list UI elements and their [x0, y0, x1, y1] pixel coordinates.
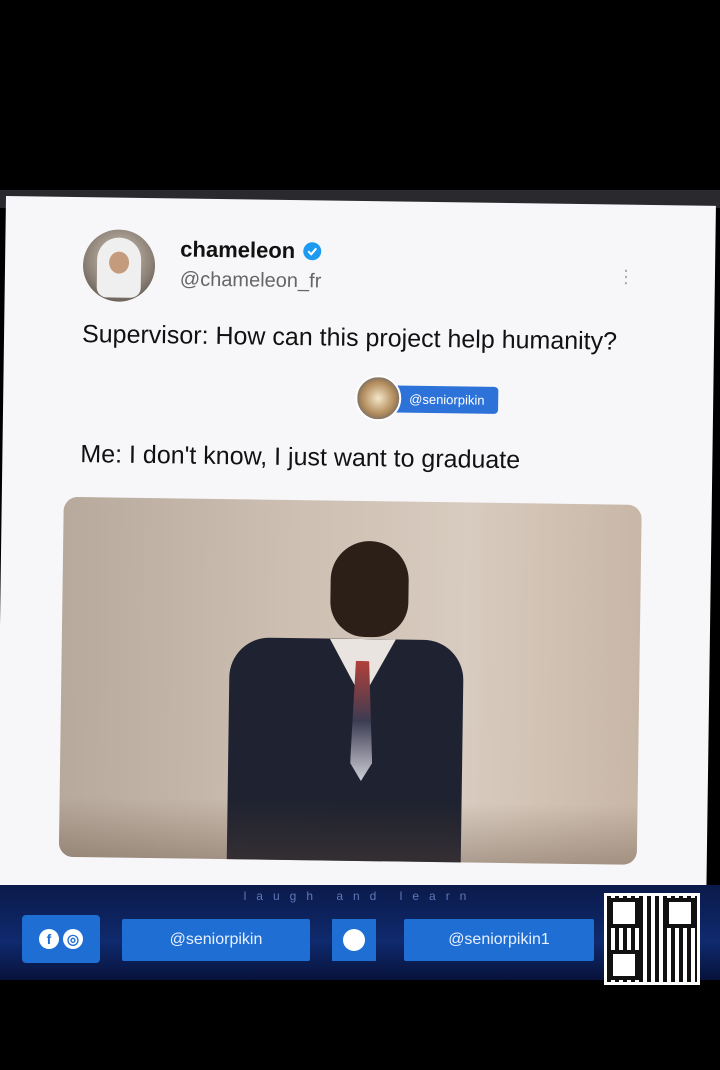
- twitter-circle: [343, 929, 365, 951]
- watermark-label: @seniorpikin: [391, 384, 499, 414]
- verified-badge-icon: [303, 242, 322, 261]
- tweet-card: chameleon @chameleon_fr ⋮ Supervisor: Ho…: [0, 196, 716, 896]
- facebook-icon: f: [39, 929, 59, 949]
- watermark-avatar: [354, 374, 402, 422]
- photo-shadow: [58, 796, 638, 865]
- footer-banner: laugh and learn f ◎ @seniorpikin @senior…: [0, 885, 720, 985]
- more-options-icon[interactable]: ⋮: [617, 267, 635, 288]
- footer-handle-right[interactable]: @seniorpikin1: [404, 919, 594, 961]
- display-name[interactable]: chameleon: [180, 236, 295, 264]
- person-head: [329, 540, 410, 638]
- footer-tagline: laugh and learn: [243, 889, 477, 903]
- avatar[interactable]: [82, 229, 156, 303]
- footer-handle-left[interactable]: @seniorpikin: [122, 919, 310, 961]
- facebook-instagram-icon[interactable]: f ◎: [22, 915, 100, 963]
- tweet-text-line2: Me: I don't know, I just want to graduat…: [80, 440, 521, 475]
- tweet-text-line1: Supervisor: How can this project help hu…: [81, 320, 618, 356]
- qr-corner: [609, 950, 639, 980]
- user-handle[interactable]: @chameleon_fr: [180, 268, 322, 293]
- watermark: @seniorpikin: [354, 374, 499, 422]
- tweet-photo[interactable]: [58, 496, 642, 865]
- display-name-row[interactable]: chameleon: [180, 236, 322, 264]
- instagram-icon: ◎: [63, 929, 83, 949]
- twitter-icon[interactable]: [332, 919, 376, 961]
- qr-corner: [609, 898, 639, 928]
- qr-corner: [665, 898, 695, 928]
- qr-code[interactable]: [604, 893, 700, 985]
